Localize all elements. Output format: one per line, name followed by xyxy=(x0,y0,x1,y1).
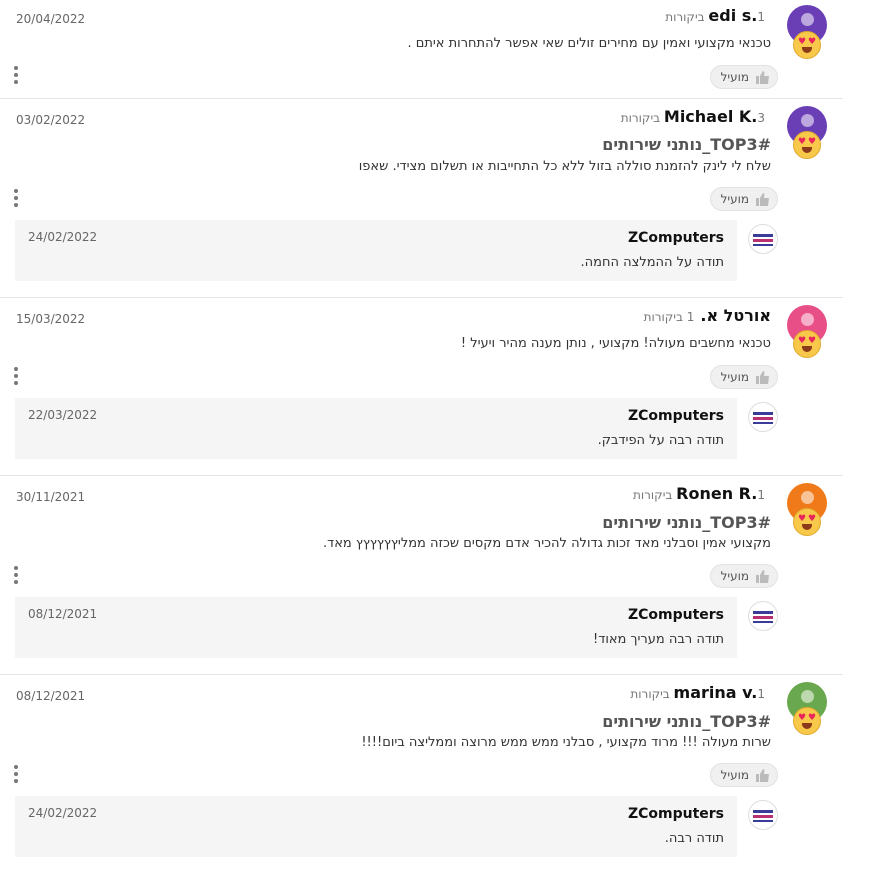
reply-business-name: ZComputers xyxy=(627,607,724,623)
thumbs-up-icon xyxy=(756,570,769,583)
love-emoji-icon: ♥ ♥ xyxy=(793,330,821,358)
helpful-button[interactable]: מועיל xyxy=(710,65,778,89)
reply-text: תודה רבה על הפידבק. xyxy=(597,433,724,448)
divider xyxy=(0,297,843,298)
business-logo-icon xyxy=(748,601,778,631)
thumbs-up-icon xyxy=(756,769,769,782)
review-header: אורטל א. 1 ביקורות xyxy=(644,306,771,325)
review-tag[interactable]: #TOP3_נותני שירותים xyxy=(602,135,771,154)
review-header: Michael K.3 ביקורות xyxy=(621,107,771,126)
reply-date: 22/03/2022 xyxy=(28,408,98,422)
love-emoji-icon: ♥ ♥ xyxy=(793,131,821,159)
business-reply: 24/02/2022 ZComputers תודה על ההמלצה החמ… xyxy=(15,220,737,281)
business-logo-icon xyxy=(748,402,778,432)
helpful-button[interactable]: מועיל xyxy=(710,564,778,588)
helpful-label: מועיל xyxy=(720,768,749,782)
review-header: edi s.1 ביקורות xyxy=(665,6,771,25)
review-date: 08/12/2021 xyxy=(16,689,86,703)
more-options-icon[interactable] xyxy=(13,765,19,785)
business-reply: 22/03/2022 ZComputers תודה רבה על הפידבק… xyxy=(15,398,737,459)
reply-date: 24/02/2022 xyxy=(28,806,98,820)
business-logo-icon xyxy=(748,800,778,830)
more-options-icon[interactable] xyxy=(13,566,19,586)
love-emoji-icon: ♥ ♥ xyxy=(793,31,821,59)
thumbs-up-icon xyxy=(756,71,769,84)
reviewer-name[interactable]: marina v. xyxy=(674,683,758,702)
helpful-label: מועיל xyxy=(720,70,749,84)
review-text: טכנאי מקצועי ואמין עם מחירים זולים שאי א… xyxy=(407,36,771,51)
reply-business-name: ZComputers xyxy=(627,806,724,822)
more-options-icon[interactable] xyxy=(13,66,19,86)
divider xyxy=(0,475,843,476)
helpful-button[interactable]: מועיל xyxy=(710,365,778,389)
helpful-button[interactable]: מועיל xyxy=(710,187,778,211)
thumbs-up-icon xyxy=(756,193,769,206)
helpful-label: מועיל xyxy=(720,370,749,384)
helpful-button[interactable]: מועיל xyxy=(710,763,778,787)
review-date: 03/02/2022 xyxy=(16,113,86,127)
reply-business-name: ZComputers xyxy=(627,230,724,246)
reviewer-name[interactable]: Michael K. xyxy=(664,107,757,126)
review-header: Ronen R.1 ביקורות xyxy=(633,484,771,503)
review-text: שרות מעולה !!! מרוד מקצועי , סבלני ממש מ… xyxy=(361,735,771,750)
review-date: 20/04/2022 xyxy=(16,12,86,26)
reply-text: תודה רבה מעריך מאוד! xyxy=(593,632,724,647)
reviewer-name[interactable]: אורטל א. xyxy=(700,306,771,325)
more-options-icon[interactable] xyxy=(13,189,19,209)
review-text: טכנאי מחשבים מעולה! מקצועי , נותן מענה מ… xyxy=(460,336,771,351)
business-reply: 24/02/2022 ZComputers תודה רבה. xyxy=(15,796,737,857)
reply-text: תודה על ההמלצה החמה. xyxy=(580,255,724,270)
reply-date: 08/12/2021 xyxy=(28,607,98,621)
review-date: 15/03/2022 xyxy=(16,312,86,326)
divider xyxy=(0,98,843,99)
more-options-icon[interactable] xyxy=(13,367,19,387)
review-date: 30/11/2021 xyxy=(16,490,86,504)
review-tag[interactable]: #TOP3_נותני שירותים xyxy=(602,513,771,532)
thumbs-up-icon xyxy=(756,371,769,384)
review-count: 1 ביקורות xyxy=(643,310,695,324)
helpful-label: מועיל xyxy=(720,569,749,583)
love-emoji-icon: ♥ ♥ xyxy=(793,508,821,536)
divider xyxy=(0,674,843,675)
reply-date: 24/02/2022 xyxy=(28,230,98,244)
reply-business-name: ZComputers xyxy=(627,408,724,424)
business-reply: 08/12/2021 ZComputers תודה רבה מעריך מאו… xyxy=(15,597,737,658)
reply-text: תודה רבה. xyxy=(664,831,724,846)
reviewer-name[interactable]: Ronen R. xyxy=(676,484,757,503)
review-header: marina v.1 ביקורות xyxy=(630,683,771,702)
review-text: שלח לי לינק להזמנת סוללה בזול ללא כל התח… xyxy=(358,159,771,174)
love-emoji-icon: ♥ ♥ xyxy=(793,707,821,735)
business-logo-icon xyxy=(748,224,778,254)
reviewer-name[interactable]: edi s. xyxy=(708,6,757,25)
review-text: מקצועי אמין וסבלני מאד זכות גדולה להכיר … xyxy=(322,536,771,551)
review-tag[interactable]: #TOP3_נותני שירותים xyxy=(602,712,771,731)
helpful-label: מועיל xyxy=(720,192,749,206)
